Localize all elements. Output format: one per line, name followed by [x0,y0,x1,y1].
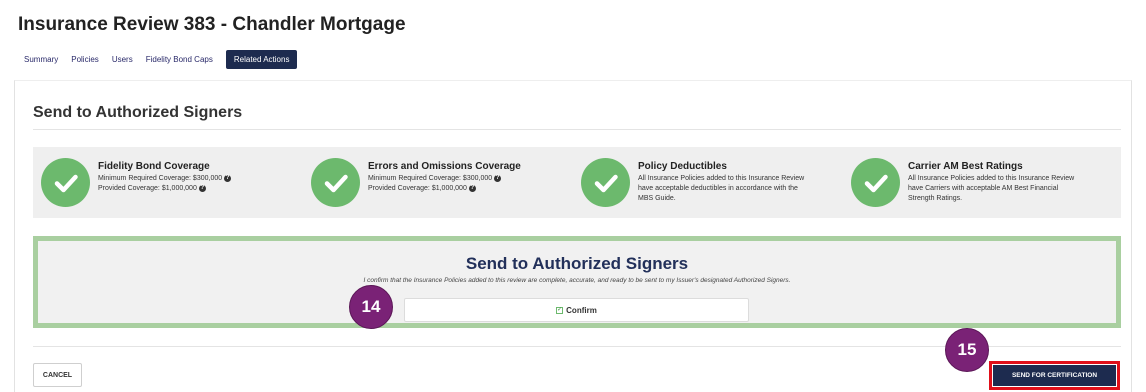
step-marker-14: 14 [349,285,393,329]
section-title: Send to Authorized Signers [33,104,243,121]
tab-related-actions[interactable]: Related Actions [225,50,298,69]
tab-policies[interactable]: Policies [71,55,99,64]
check-title: Errors and Omissions Coverage [368,161,521,172]
check-fidelity-bond: Fidelity Bond Coverage Minimum Required … [41,147,303,218]
page-title: Insurance Review 383 - Chandler Mortgage [18,14,406,35]
tab-bar: Summary Policies Users Fidelity Bond Cap… [24,50,298,69]
confirmation-statement: I confirm that the Insurance Policies ad… [363,277,791,284]
check-circle-icon [311,158,360,207]
tab-users[interactable]: Users [112,55,133,64]
check-title: Fidelity Bond Coverage [98,161,210,172]
tab-summary[interactable]: Summary [24,55,58,64]
check-line: MBS Guide. [638,195,676,202]
check-line: All Insurance Policies added to this Ins… [638,175,805,182]
check-line: have acceptable deductibles in accordanc… [638,185,798,192]
help-icon[interactable]: ? [468,184,476,192]
check-circle-icon [851,158,900,207]
check-errors-omissions: Errors and Omissions Coverage Minimum Re… [311,147,573,218]
check-line: Provided Coverage: $1,000,000 [98,185,197,192]
checkbox-checked-icon: ✓ [556,306,564,314]
cancel-button[interactable]: CANCEL [33,363,82,387]
check-title: Carrier AM Best Ratings [908,161,1023,172]
check-carrier-ratings: Carrier AM Best Ratings All Insurance Po… [851,147,1113,218]
tab-fidelity-bond-caps[interactable]: Fidelity Bond Caps [146,55,213,64]
send-for-certification-button[interactable]: SEND FOR CERTIFICATION [993,365,1116,386]
check-line: have Carriers with acceptable AM Best Fi… [908,185,1059,192]
section-divider [33,129,1121,130]
help-icon[interactable]: ? [198,184,206,192]
coverage-checks-panel: Fidelity Bond Coverage Minimum Required … [33,147,1121,218]
check-policy-deductibles: Policy Deductibles All Insurance Policie… [581,147,843,218]
send-to-signers-panel: Send to Authorized Signers I confirm tha… [33,236,1121,328]
step-marker-15: 15 [945,328,989,372]
confirm-button[interactable]: ✓ Confirm [404,298,749,322]
check-line: All Insurance Policies added to this Ins… [908,175,1075,182]
check-circle-icon [41,158,90,207]
check-line: Provided Coverage: $1,000,000 [368,185,467,192]
send-panel-title: Send to Authorized Signers [465,254,689,273]
check-title: Policy Deductibles [638,161,727,172]
check-line: Strength Ratings. [908,195,963,202]
help-icon[interactable]: ? [494,174,502,182]
check-circle-icon [581,158,630,207]
confirm-label: Confirm [566,305,597,315]
help-icon[interactable]: ? [224,174,232,182]
check-line: Minimum Required Coverage: $300,000 [368,175,493,182]
check-line: Minimum Required Coverage: $300,000 [98,175,223,182]
